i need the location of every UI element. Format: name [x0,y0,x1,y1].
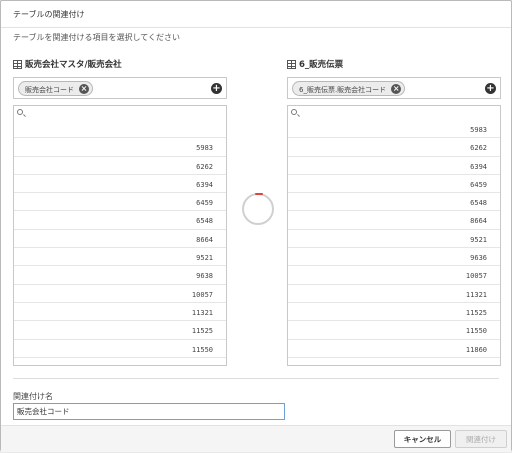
list-item[interactable] [14,120,226,139]
list-item[interactable]: 9521 [288,230,500,249]
list-item[interactable]: 6459 [14,193,226,212]
left-search-row[interactable] [14,106,226,120]
list-item[interactable]: 6548 [288,193,500,212]
left-table-name: 販売会社マスタ/販売会社 [25,60,122,70]
dialog-subtitle: テーブルを関連付ける項目を選択してください [13,33,181,42]
list-item[interactable]: 6262 [288,138,500,157]
list-item[interactable]: 6548 [14,211,226,230]
remove-circle-icon[interactable]: × [391,84,402,94]
search-icon [291,109,297,115]
list-item[interactable]: 5983 [288,120,500,139]
loading-spinner [242,193,274,225]
left-table-header: 販売会社マスタ/販売会社 [13,58,122,70]
right-field-chip[interactable]: 6_販売伝票.販売会社コード × [292,81,406,96]
right-table-name: 6_販売伝票 [299,60,344,70]
right-value-list[interactable]: 5983 6262 6394 6459 6548 8664 9521 9636 10057 113… [287,105,501,366]
left-chip-label: 販売会社コード [25,86,74,94]
list-item[interactable]: 11525 [14,321,226,340]
add-circle-icon[interactable]: + [485,83,496,94]
list-item[interactable]: 5983 [14,138,226,157]
list-item[interactable]: 11321 [14,303,226,322]
divider [13,378,499,379]
add-circle-icon[interactable]: + [211,83,222,94]
list-item[interactable]: 6262 [14,157,226,175]
right-field-selector[interactable]: 6_販売伝票.販売会社コード × + [287,77,501,99]
list-item[interactable]: 9638 [14,266,226,285]
list-item[interactable]: 11550 [288,321,500,340]
right-search-row[interactable] [288,106,500,120]
list-item[interactable]: 6459 [288,175,500,194]
list-item[interactable]: 10057 [288,266,500,285]
list-item[interactable]: 6394 [288,157,500,175]
dialog-footer: キャンセル 関連付け [1,425,511,452]
left-value-list[interactable]: 5983 6262 6394 6459 6548 8664 9521 9638 10057 113… [13,105,227,366]
list-item[interactable]: 9636 [288,248,500,267]
dialog-title: テーブルの関連付け [1,1,511,28]
search-icon [17,109,23,115]
associate-button[interactable]: 関連付け [455,430,507,448]
list-item[interactable]: 11860 [288,340,500,358]
table-icon [287,59,296,69]
right-chip-label: 6_販売伝票.販売会社コード [299,86,387,94]
list-item[interactable]: 8664 [14,230,226,249]
remove-circle-icon[interactable]: × [79,84,89,94]
list-item[interactable]: 11550 [14,340,226,358]
list-item[interactable]: 11321 [288,285,500,303]
list-item[interactable]: 10057 [14,285,226,303]
cancel-button[interactable]: キャンセル [394,430,451,448]
association-name-label: 関連付け名 [13,392,53,401]
left-field-selector[interactable]: 販売会社コード × + [13,77,227,99]
list-item[interactable]: 9521 [14,248,226,267]
list-item[interactable]: 6394 [14,175,226,194]
table-icon [13,59,22,69]
list-item[interactable]: 8664 [288,211,500,230]
left-field-chip[interactable]: 販売会社コード × [18,81,93,96]
list-item[interactable]: 11525 [288,303,500,322]
association-dialog: テーブルの関連付け テーブルを関連付ける項目を選択してください 販売会社マスタ/… [0,0,512,452]
right-table-header: 6_販売伝票 [287,58,343,70]
association-name-input[interactable] [13,403,285,420]
